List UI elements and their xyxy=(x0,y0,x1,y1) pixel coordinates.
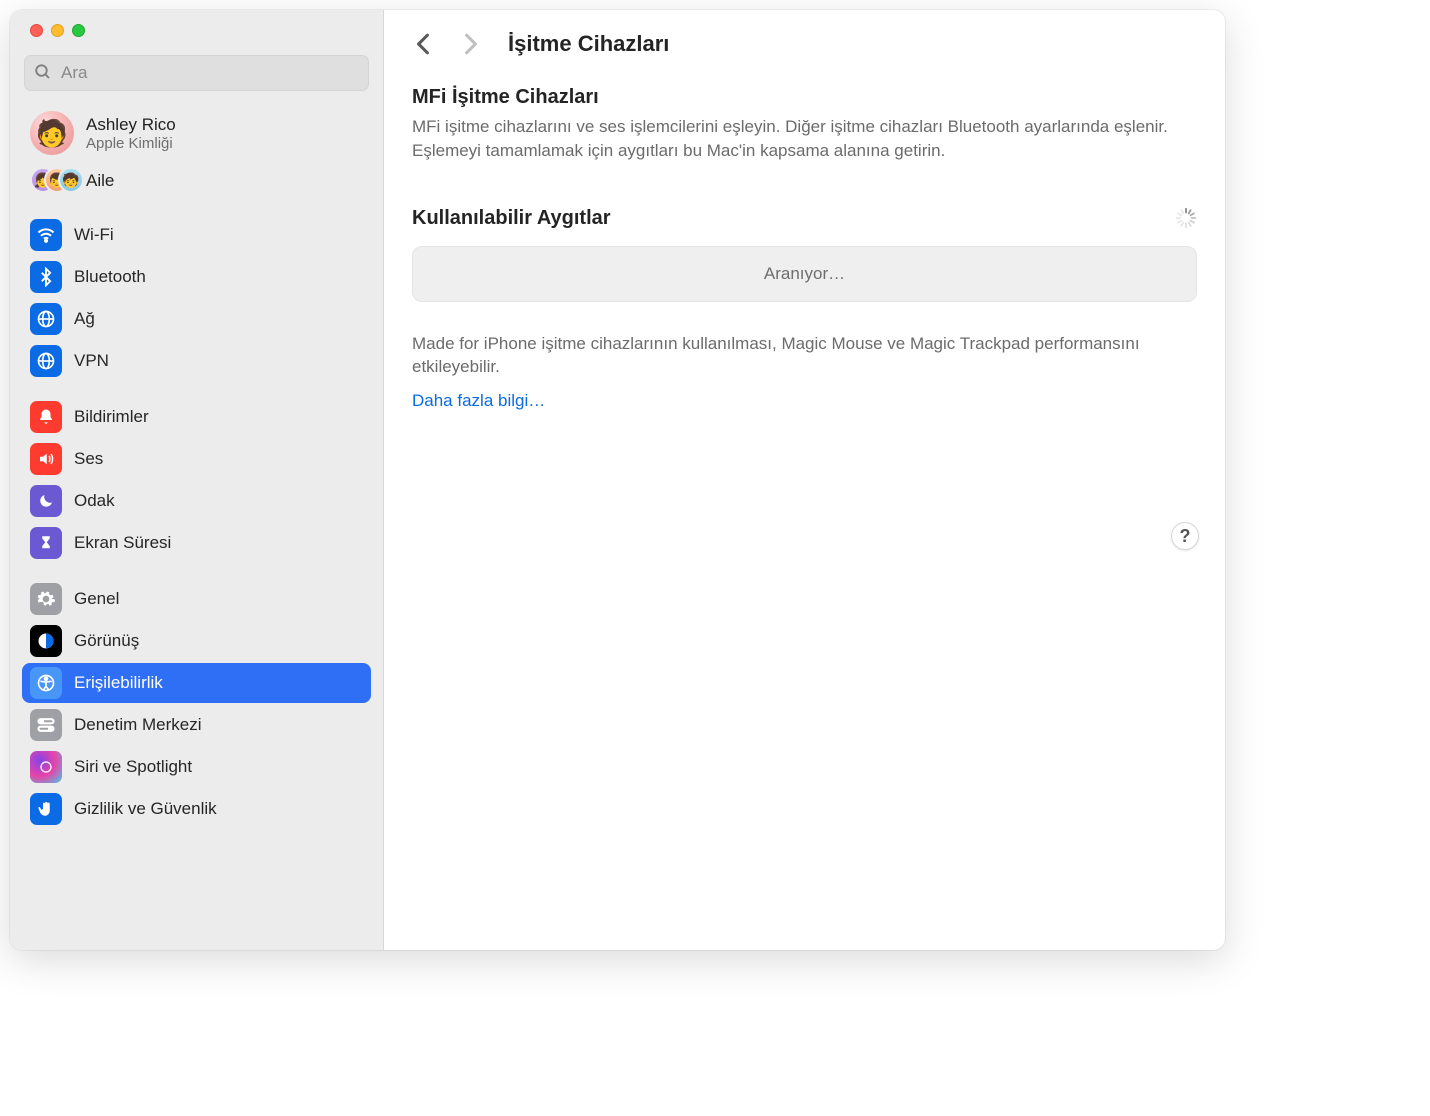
hourglass-icon xyxy=(30,527,62,559)
sidebar-item-appearance[interactable]: Görünüş xyxy=(22,621,371,661)
wifi-icon xyxy=(30,219,62,251)
bluetooth-icon xyxy=(30,261,62,293)
vpn-icon xyxy=(30,345,62,377)
available-devices-header: Kullanılabilir Aygıtlar xyxy=(412,207,1197,230)
sidebar: 🧑 Ashley Rico Apple Kimliği 👧 👦 🧒 Aile xyxy=(10,10,384,950)
traffic-lights xyxy=(10,24,383,37)
bell-icon xyxy=(30,401,62,433)
sidebar-item-label: Erişilebilirlik xyxy=(74,673,163,693)
sidebar-item-accessibility[interactable]: Erişilebilirlik xyxy=(22,663,371,703)
page-title: İşitme Cihazları xyxy=(508,31,669,57)
sidebar-item-label: Görünüş xyxy=(74,631,139,651)
sidebar-item-notifications[interactable]: Bildirimler xyxy=(22,397,371,437)
speaker-icon xyxy=(30,443,62,475)
minimize-button[interactable] xyxy=(51,24,64,37)
sidebar-item-apple-id[interactable]: 🧑 Ashley Rico Apple Kimliği xyxy=(22,101,371,165)
sidebar-item-label: Ekran Süresi xyxy=(74,533,171,553)
searching-text: Aranıyor… xyxy=(764,264,845,284)
sidebar-item-siri[interactable]: Siri ve Spotlight xyxy=(22,747,371,787)
sidebar-group-alerts: Bildirimler Ses Odak xyxy=(22,397,371,563)
close-button[interactable] xyxy=(30,24,43,37)
avatar: 🧑 xyxy=(30,111,74,155)
gear-icon xyxy=(30,583,62,615)
sidebar-item-focus[interactable]: Odak xyxy=(22,481,371,521)
content-pane: İşitme Cihazları MFi İşitme Cihazları MF… xyxy=(384,10,1225,950)
sidebar-item-label: Genel xyxy=(74,589,119,609)
settings-window: 🧑 Ashley Rico Apple Kimliği 👧 👦 🧒 Aile xyxy=(10,10,1225,950)
sidebar-item-label: VPN xyxy=(74,351,109,371)
sidebar-item-sound[interactable]: Ses xyxy=(22,439,371,479)
spinner-icon xyxy=(1175,207,1197,229)
device-search-status: Aranıyor… xyxy=(412,246,1197,302)
sidebar-item-privacy[interactable]: Gizlilik ve Güvenlik xyxy=(22,789,371,829)
fullscreen-button[interactable] xyxy=(72,24,85,37)
hand-icon xyxy=(30,793,62,825)
profile-name: Ashley Rico xyxy=(86,115,176,135)
sidebar-item-label: Bluetooth xyxy=(74,267,146,287)
moon-icon xyxy=(30,485,62,517)
sidebar-item-label: Denetim Merkezi xyxy=(74,715,202,735)
sidebar-item-label: Siri ve Spotlight xyxy=(74,757,192,777)
sidebar-list: 🧑 Ashley Rico Apple Kimliği 👧 👦 🧒 Aile xyxy=(10,101,383,845)
sidebar-item-label: Gizlilik ve Güvenlik xyxy=(74,799,217,819)
accessibility-icon xyxy=(30,667,62,699)
sidebar-item-vpn[interactable]: VPN xyxy=(22,341,371,381)
search-icon xyxy=(34,63,52,81)
sidebar-group-network: Wi-Fi Bluetooth Ağ xyxy=(22,215,371,381)
appearance-icon xyxy=(30,625,62,657)
help-label: ? xyxy=(1180,526,1191,547)
family-avatars: 👧 👦 🧒 xyxy=(30,167,74,195)
sidebar-item-general[interactable]: Genel xyxy=(22,579,371,619)
sidebar-item-control-center[interactable]: Denetim Merkezi xyxy=(22,705,371,745)
sidebar-item-label: Bildirimler xyxy=(74,407,149,427)
siri-icon xyxy=(30,751,62,783)
section-title: MFi İşitme Cihazları xyxy=(412,86,1197,109)
main-content: MFi İşitme Cihazları MFi işitme cihazlar… xyxy=(384,78,1225,411)
help-button[interactable]: ? xyxy=(1171,522,1199,550)
sidebar-item-family[interactable]: 👧 👦 🧒 Aile xyxy=(22,165,371,203)
switches-icon xyxy=(30,709,62,741)
more-info-link[interactable]: Daha fazla bilgi… xyxy=(412,391,545,411)
sidebar-item-bluetooth[interactable]: Bluetooth xyxy=(22,257,371,297)
sidebar-item-network[interactable]: Ağ xyxy=(22,299,371,339)
content-header: İşitme Cihazları xyxy=(384,10,1225,78)
section-description: MFi işitme cihazlarını ve ses işlemciler… xyxy=(412,115,1197,163)
search-input[interactable] xyxy=(24,55,369,91)
forward-button[interactable] xyxy=(456,29,486,59)
sidebar-item-label: Ağ xyxy=(74,309,95,329)
back-button[interactable] xyxy=(408,29,438,59)
sidebar-group-system: Genel Görünüş Erişilebilirlik xyxy=(22,579,371,829)
sidebar-item-label: Wi-Fi xyxy=(74,225,114,245)
sidebar-item-screen-time[interactable]: Ekran Süresi xyxy=(22,523,371,563)
search-container xyxy=(24,55,369,91)
available-title: Kullanılabilir Aygıtlar xyxy=(412,207,611,230)
sidebar-item-label: Odak xyxy=(74,491,115,511)
family-label: Aile xyxy=(86,171,114,191)
globe-icon xyxy=(30,303,62,335)
footnote: Made for iPhone işitme cihazlarının kull… xyxy=(412,332,1197,380)
profile-subtitle: Apple Kimliği xyxy=(86,135,176,152)
sidebar-item-label: Ses xyxy=(74,449,103,469)
sidebar-item-wifi[interactable]: Wi-Fi xyxy=(22,215,371,255)
